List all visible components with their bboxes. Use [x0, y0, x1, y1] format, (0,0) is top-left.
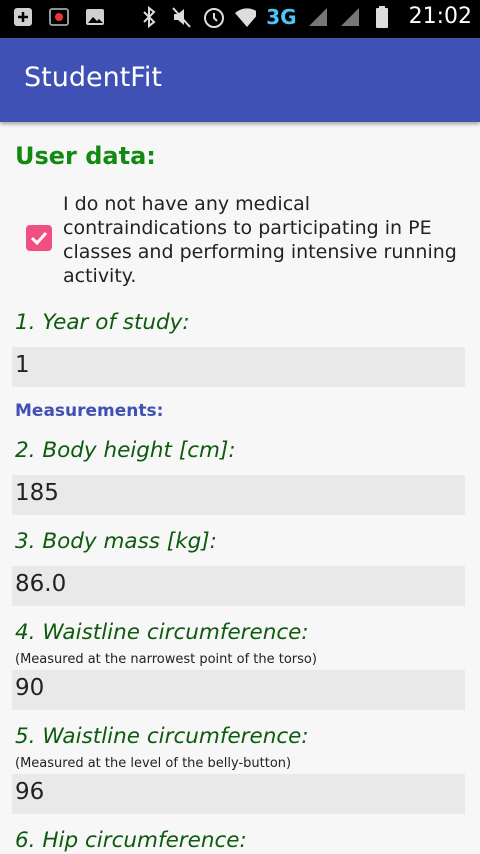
waist2-label: 5. Waistline circumference:: [15, 724, 309, 749]
consent-checkbox[interactable]: [26, 225, 52, 251]
waist2-value: 96: [15, 779, 45, 805]
waist1-note: (Measured at the narrowest point of the …: [15, 652, 317, 667]
mass-input[interactable]: 86.0: [12, 566, 465, 606]
hip-label: 6. Hip circumference:: [15, 828, 247, 853]
status-time: 21:02: [408, 4, 472, 29]
cast-icon: [48, 6, 70, 28]
app-title: StudentFit: [24, 62, 162, 93]
signal-icon: [339, 6, 361, 28]
add-box-icon: [12, 6, 34, 28]
signal-icon: [307, 6, 329, 28]
waist2-input[interactable]: 96: [12, 774, 465, 814]
bluetooth-icon: [138, 5, 160, 28]
year-value: 1: [15, 352, 30, 378]
year-label: 1. Year of study:: [15, 310, 190, 335]
year-input[interactable]: 1: [12, 347, 465, 387]
image-icon: [84, 6, 106, 28]
waist1-label: 4. Waistline circumference:: [15, 620, 309, 645]
alarm-icon: [202, 6, 225, 28]
user-data-heading: User data:: [15, 142, 156, 170]
height-label: 2. Body height [cm]:: [15, 438, 236, 463]
network-type: 3G: [266, 4, 297, 29]
waist1-input[interactable]: 90: [12, 670, 465, 710]
consent-text[interactable]: I do not have any medical contraindicati…: [63, 192, 463, 288]
waist1-value: 90: [15, 675, 45, 701]
mass-value: 86.0: [15, 571, 67, 597]
measurements-heading: Measurements:: [15, 401, 164, 421]
battery-icon: [371, 5, 393, 28]
mass-label: 3. Body mass [kg]:: [15, 529, 217, 554]
height-value: 185: [15, 480, 59, 506]
status-bar: 3G 21:02: [0, 0, 480, 38]
waist2-note: (Measured at the level of the belly-butt…: [15, 756, 292, 771]
wifi-icon: [234, 6, 257, 28]
app-bar: StudentFit: [0, 38, 480, 122]
height-input[interactable]: 185: [12, 475, 465, 515]
mute-icon: [170, 6, 192, 28]
check-icon: [30, 231, 48, 246]
form-content: User data: I do not have any medical con…: [0, 122, 480, 854]
